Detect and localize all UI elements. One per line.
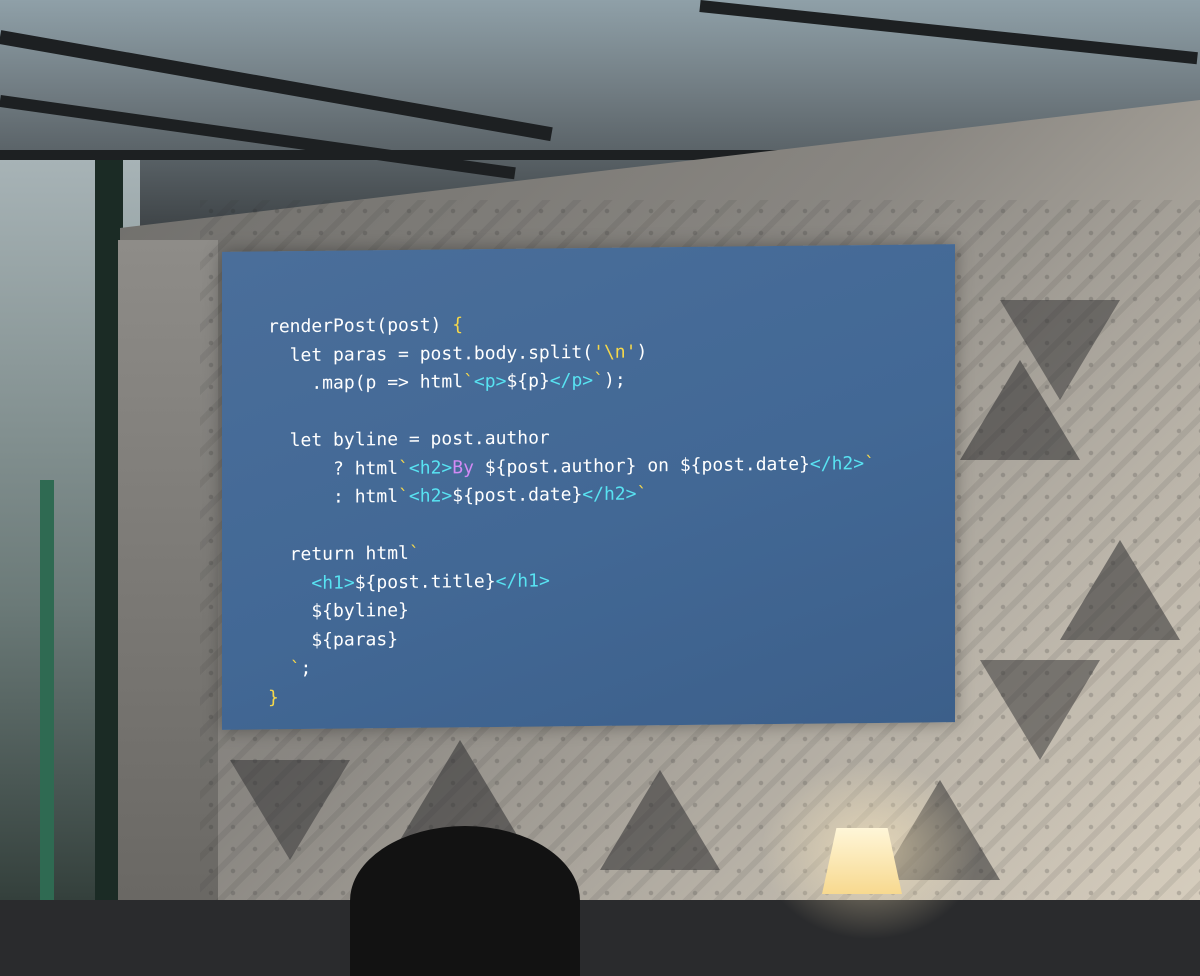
pattern-triangle xyxy=(980,660,1100,760)
code-token: By xyxy=(452,456,485,478)
code-token: ${paras} xyxy=(268,628,399,651)
code-token: </h1> xyxy=(495,569,550,592)
code-token: ${post.date} xyxy=(679,453,810,476)
projected-slide: renderPost(post) { let paras = post.body… xyxy=(222,244,955,730)
code-token: let byline = post.author xyxy=(268,427,550,452)
code-token: ${post.author} xyxy=(484,454,637,478)
code-token: <p> xyxy=(473,370,507,393)
code-token: ) xyxy=(636,340,648,362)
pattern-triangle xyxy=(1060,540,1180,640)
code-token: renderPost(post) xyxy=(268,314,453,338)
code-token: ` xyxy=(593,369,604,391)
code-token: </h2> xyxy=(809,452,865,475)
code-token: ? html xyxy=(268,457,399,480)
audience-head-silhouette xyxy=(350,826,580,976)
pattern-triangle xyxy=(230,760,350,860)
code-token: '\n' xyxy=(593,340,637,363)
code-token: ${p} xyxy=(506,370,550,392)
code-token: <h1> xyxy=(311,571,355,594)
code-token: </p> xyxy=(549,369,594,392)
code-token: ); xyxy=(604,369,626,391)
code-token: ` xyxy=(398,457,409,479)
code-token: .map(p => html xyxy=(268,371,464,395)
code-token: ${post.title} xyxy=(354,570,496,593)
code-token: </h2> xyxy=(582,483,637,506)
code-token: ` xyxy=(398,485,409,507)
code-line: } xyxy=(268,678,875,713)
code-token: let paras = post.body.split( xyxy=(268,341,594,366)
pattern-triangle xyxy=(600,770,720,870)
code-token: ` xyxy=(408,542,420,564)
code-block: renderPost(post) { let paras = post.body… xyxy=(268,307,875,712)
code-token: <h2> xyxy=(408,456,453,479)
code-token: ` xyxy=(864,452,875,474)
code-token: return html xyxy=(268,542,409,566)
code-token: <h2> xyxy=(408,485,453,507)
steel-pillar xyxy=(40,480,54,900)
code-token: ` xyxy=(463,371,474,393)
pattern-triangle xyxy=(400,740,520,840)
code-token: ; xyxy=(300,657,312,680)
code-token: { xyxy=(452,314,464,336)
code-token: ` xyxy=(636,483,648,505)
code-token: : html xyxy=(268,485,399,509)
code-token: ${byline} xyxy=(268,599,409,623)
code-token: } xyxy=(268,686,279,708)
code-token: ${post.date} xyxy=(452,484,583,507)
pattern-triangle xyxy=(1000,300,1120,400)
code-token: on xyxy=(636,454,680,476)
code-token: ` xyxy=(289,658,301,680)
